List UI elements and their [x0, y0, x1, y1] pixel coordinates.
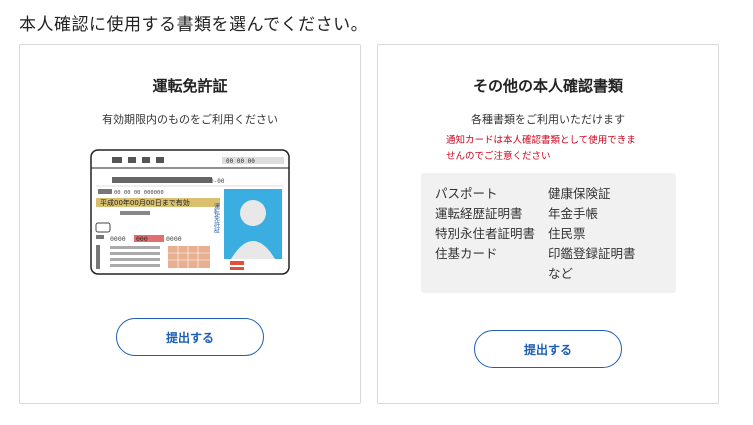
document-item: 運転経歴証明書: [435, 206, 523, 221]
other-docs-submit-button[interactable]: 提出する: [474, 330, 622, 368]
document-item: 住基カード: [435, 246, 498, 261]
notification-card-warning: 通知カードは本人確認書類として使用できま せんのでご注意ください: [446, 133, 656, 165]
accepted-documents-box: パスポート 健康保険証 運転経歴証明書 年金手帳 特別永住者証明書 住民票 住基…: [421, 173, 676, 293]
license-expiry-text: 平成00年00月00日まで有効: [100, 198, 190, 207]
other-docs-card-subtitle: 各種書類をご利用いただけます: [471, 113, 625, 126]
svg-text:00 00 00 000000: 00 00 00 000000: [114, 190, 164, 196]
warning-line-1: 通知カードは本人確認書類として使用できま: [446, 135, 636, 146]
page-heading: 本人確認に使用する書類を選んでください。: [19, 15, 369, 35]
document-item: 印鑑登録証明書: [548, 246, 636, 261]
svg-text:000: 000: [136, 235, 148, 243]
svg-text:0000: 0000: [110, 235, 126, 243]
document-item: 健康保険証: [548, 186, 611, 201]
svg-text:00 00 00: 00 00 00: [226, 158, 255, 165]
other-docs-card: その他の本人確認書類 各種書類をご利用いただけます 通知カードは本人確認書類とし…: [377, 44, 719, 404]
document-item-etc: など: [548, 266, 574, 281]
drivers-license-illustration: 00 00 00 0-00 00 00 00 000000 平成00年00月00…: [90, 149, 290, 275]
document-item: 住民票: [548, 226, 586, 241]
warning-line-2: せんのでご注意ください: [446, 151, 551, 162]
license-card-subtitle: 有効期限内のものをご利用ください: [102, 113, 278, 126]
license-card-title: 運転免許証: [152, 77, 228, 95]
document-item: [435, 265, 548, 283]
license-side-label: 運転免許証: [213, 203, 220, 234]
svg-text:0000: 0000: [166, 235, 182, 243]
document-item: 特別永住者証明書: [435, 226, 536, 241]
license-submit-button[interactable]: 提出する: [116, 318, 264, 356]
svg-text:0-00: 0-00: [210, 178, 225, 185]
document-item: 年金手帳: [548, 206, 599, 221]
other-docs-card-title: その他の本人確認書類: [472, 77, 623, 95]
license-card: 運転免許証 有効期限内のものをご利用ください 00 00 00 0-00 00 …: [19, 44, 361, 404]
document-item: パスポート: [435, 186, 498, 201]
